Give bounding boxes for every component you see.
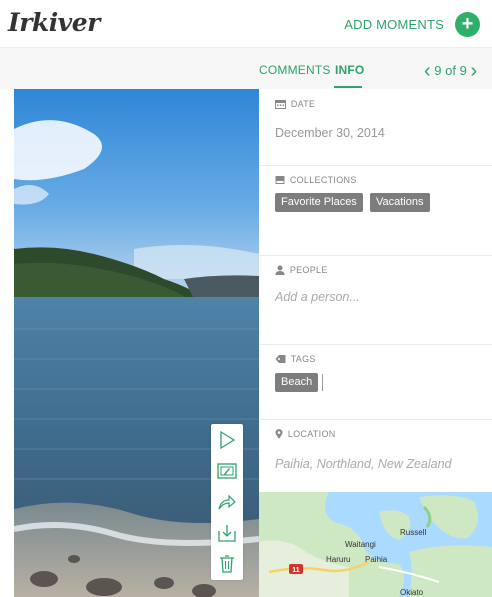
calendar-icon — [275, 100, 286, 109]
road-marker-label: 11 — [292, 567, 300, 574]
chevron-right-icon[interactable]: › — [470, 60, 477, 82]
tags-section: TAGS Beach — [259, 345, 492, 420]
download-icon[interactable] — [217, 523, 237, 543]
add-person-input[interactable]: Add a person... — [275, 290, 360, 304]
tag-chip[interactable]: Beach — [275, 373, 319, 392]
location-section: LOCATION Paihia, Northland, New Zealand — [259, 420, 492, 492]
person-icon — [275, 265, 285, 275]
tab-comments[interactable]: COMMENTS — [259, 63, 331, 77]
edit-icon[interactable] — [217, 461, 237, 481]
map-place-russell: Russell — [400, 528, 426, 537]
photo-toolbar — [211, 424, 243, 580]
collections-section: COLLECTIONS Favorite Places Vacations — [259, 166, 492, 256]
location-pin-icon — [275, 429, 283, 439]
tab-info[interactable]: INFO — [335, 63, 364, 77]
collections-label: COLLECTIONS — [289, 175, 357, 185]
location-label: LOCATION — [287, 429, 336, 439]
map-place-okiato: Okiato — [400, 588, 424, 597]
people-section: PEOPLE Add a person... — [259, 256, 492, 345]
location-map[interactable]: 11 Russell Waitangi Haruru Paihia Okiato — [259, 492, 492, 597]
map-place-waitangi: Waitangi — [345, 540, 376, 549]
share-icon[interactable] — [217, 492, 237, 512]
date-label: DATE — [290, 99, 316, 109]
map-graphic: 11 Russell Waitangi Haruru Paihia Okiato — [259, 492, 492, 597]
add-moments-button[interactable]: ADD MOMENTS — [344, 17, 444, 32]
chevron-left-icon[interactable]: ‹ — [424, 60, 431, 82]
detail-tabbar: COMMENTS INFO ‹ 9 of 9 › — [0, 47, 492, 89]
map-place-paihia: Paihia — [365, 555, 388, 564]
active-tab-indicator — [334, 86, 362, 88]
tag-input-cursor[interactable] — [322, 374, 323, 391]
tag-icon — [275, 355, 286, 363]
pager-total: 9 — [459, 63, 467, 78]
photo-pager: ‹ 9 of 9 › — [424, 58, 477, 82]
trash-icon[interactable] — [217, 554, 237, 574]
pager-of: of — [445, 63, 456, 78]
app-header: Irkiver ADD MOMENTS + — [0, 0, 492, 46]
play-icon[interactable] — [217, 430, 237, 450]
collection-chip[interactable]: Vacations — [370, 193, 430, 212]
collection-icon — [275, 176, 285, 184]
tags-label: TAGS — [290, 354, 316, 364]
pager-current: 9 — [434, 63, 442, 78]
map-place-haruru: Haruru — [326, 555, 350, 564]
date-value[interactable]: December 30, 2014 — [275, 126, 385, 140]
people-label: PEOPLE — [289, 265, 328, 275]
date-section: DATE December 30, 2014 — [259, 89, 492, 166]
location-value[interactable]: Paihia, Northland, New Zealand — [275, 457, 452, 471]
app-logo[interactable]: Irkiver — [8, 8, 100, 37]
plus-circle-icon[interactable]: + — [455, 12, 480, 37]
collection-chip[interactable]: Favorite Places — [275, 193, 363, 212]
